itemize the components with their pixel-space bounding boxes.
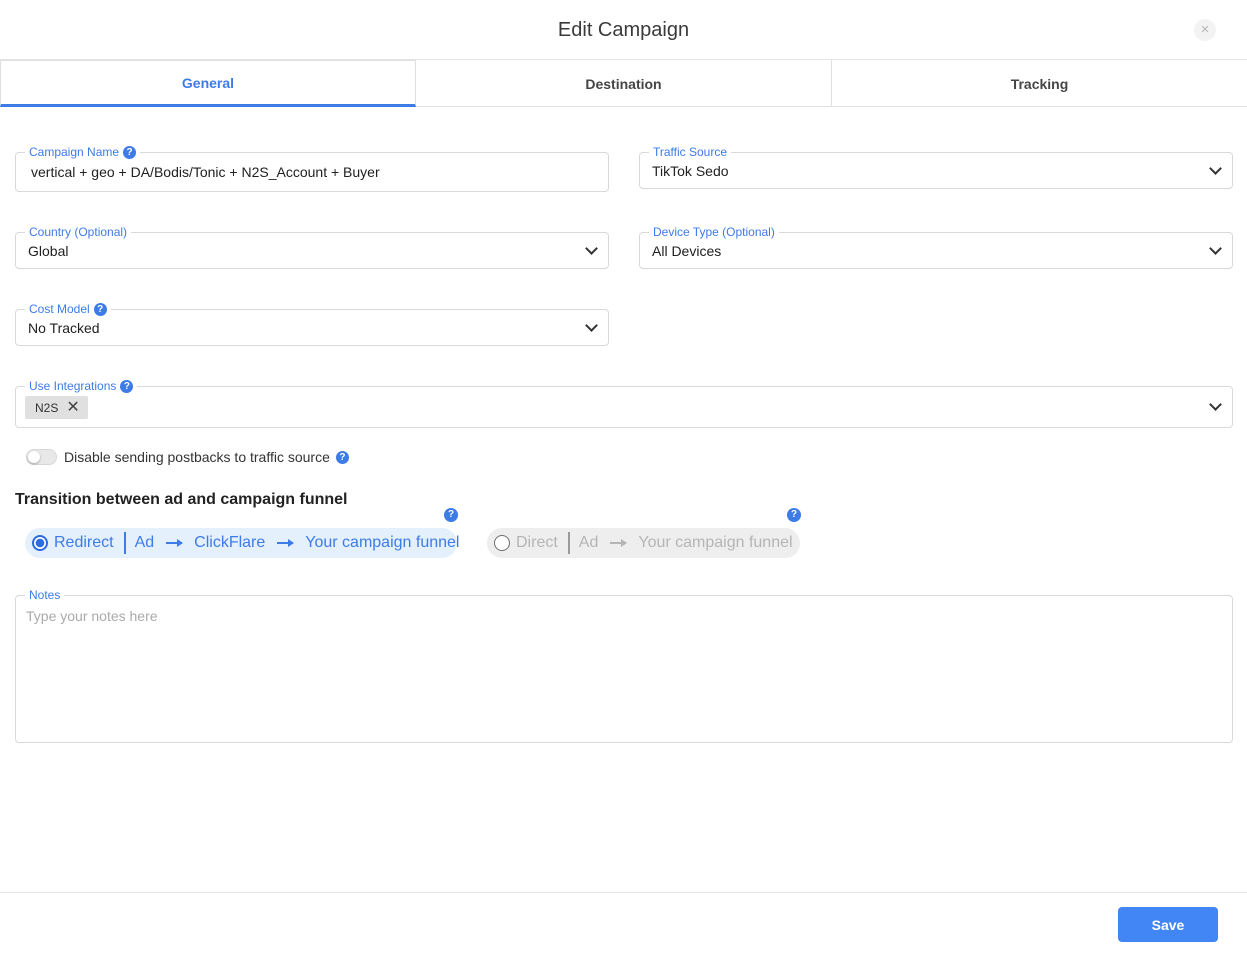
campaign-name-label: Campaign Name — [29, 145, 120, 159]
chevron-down-icon[interactable] — [585, 319, 598, 332]
toggle-knob — [28, 451, 40, 463]
tab-tracking[interactable]: Tracking — [832, 60, 1247, 107]
traffic-source-select[interactable]: Traffic Source TikTok Sedo — [639, 145, 1233, 189]
postback-toggle-row: Disable sending postbacks to traffic sou… — [64, 449, 349, 465]
redirect-radio[interactable] — [32, 535, 48, 551]
traffic-source-value: TikTok Sedo — [652, 163, 729, 179]
help-icon[interactable]: ? — [335, 450, 349, 464]
flow-step-campaign-funnel: Your campaign funnel — [638, 534, 793, 551]
chevron-down-icon[interactable] — [1209, 162, 1222, 175]
direct-radio[interactable] — [494, 535, 510, 551]
traffic-source-legend: Traffic Source — [649, 145, 732, 159]
help-icon[interactable]: ? — [93, 302, 107, 316]
campaign-name-input[interactable]: vertical + geo + DA/Bodis/Tonic + N2S_Ac… — [31, 164, 380, 180]
flow-step-ad: Ad — [578, 534, 599, 551]
notes-legend: Notes — [25, 588, 65, 602]
arrow-right-icon — [610, 539, 628, 547]
help-icon[interactable]: ? — [123, 145, 137, 159]
flow-step-clickflare: ClickFlare — [194, 534, 266, 551]
country-label: Country (Optional) — [29, 225, 128, 239]
dialog-header: Edit Campaign × — [0, 0, 1247, 60]
remove-chip-icon[interactable]: ✕ — [66, 399, 79, 416]
country-value: Global — [28, 243, 69, 259]
dialog-title: Edit Campaign — [557, 19, 690, 41]
device-type-label: Device Type (Optional) — [653, 225, 775, 239]
notes-textarea[interactable] — [26, 608, 1216, 728]
redirect-help-icon[interactable]: ? — [444, 508, 458, 522]
divider — [123, 532, 126, 554]
tab-general[interactable]: General — [0, 60, 416, 107]
chevron-down-icon[interactable] — [585, 242, 598, 255]
device-type-value: All Devices — [652, 243, 722, 259]
flow-step-campaign-funnel: Your campaign funnel — [305, 534, 460, 551]
transition-section-title: Transition between ad and campaign funne… — [15, 491, 348, 508]
direct-option[interactable]: Direct Ad Your campaign funnel — [487, 528, 800, 558]
device-type-select[interactable]: Device Type (Optional) All Devices — [639, 225, 1233, 269]
postback-toggle-label: Disable sending postbacks to traffic sou… — [64, 449, 330, 465]
integration-chip: N2S ✕ — [25, 396, 88, 419]
country-legend: Country (Optional) — [25, 225, 132, 239]
redirect-option[interactable]: Redirect Ad ClickFlare Your campaign fun… — [25, 528, 460, 558]
flow-step-ad: Ad — [134, 534, 155, 551]
tab-bar: General Destination Tracking — [0, 60, 1247, 107]
campaign-name-legend: Campaign Name ? — [25, 145, 141, 159]
cost-model-legend: Cost Model ? — [25, 302, 111, 316]
direct-label: Direct — [516, 534, 558, 551]
notes-field: Notes — [15, 588, 1233, 743]
save-button[interactable]: Save — [1118, 907, 1218, 942]
close-icon[interactable]: × — [1194, 19, 1216, 41]
integrations-label: Use Integrations — [29, 379, 117, 393]
redirect-label: Redirect — [54, 534, 114, 551]
arrow-right-icon — [166, 539, 184, 547]
device-type-legend: Device Type (Optional) — [649, 225, 779, 239]
tab-destination[interactable]: Destination — [416, 60, 832, 107]
chevron-down-icon[interactable] — [1209, 398, 1222, 411]
cost-model-select[interactable]: Cost Model ? No Tracked — [15, 302, 609, 346]
cost-model-label: Cost Model — [29, 302, 90, 316]
integration-chip-label: N2S — [35, 400, 59, 415]
direct-help-icon[interactable]: ? — [787, 508, 801, 522]
notes-label: Notes — [29, 588, 61, 602]
help-icon[interactable]: ? — [120, 379, 134, 393]
traffic-source-label: Traffic Source — [653, 145, 728, 159]
campaign-name-field[interactable]: Campaign Name ? vertical + geo + DA/Bodi… — [15, 145, 609, 192]
integrations-legend: Use Integrations ? — [25, 379, 138, 393]
integrations-select[interactable]: Use Integrations ? N2S ✕ — [15, 379, 1233, 428]
postback-toggle[interactable] — [26, 449, 57, 465]
dialog-footer: Save — [0, 892, 1247, 954]
divider — [567, 532, 570, 554]
arrow-right-icon — [277, 539, 295, 547]
country-select[interactable]: Country (Optional) Global — [15, 225, 609, 269]
cost-model-value: No Tracked — [28, 320, 100, 336]
chevron-down-icon[interactable] — [1209, 242, 1222, 255]
